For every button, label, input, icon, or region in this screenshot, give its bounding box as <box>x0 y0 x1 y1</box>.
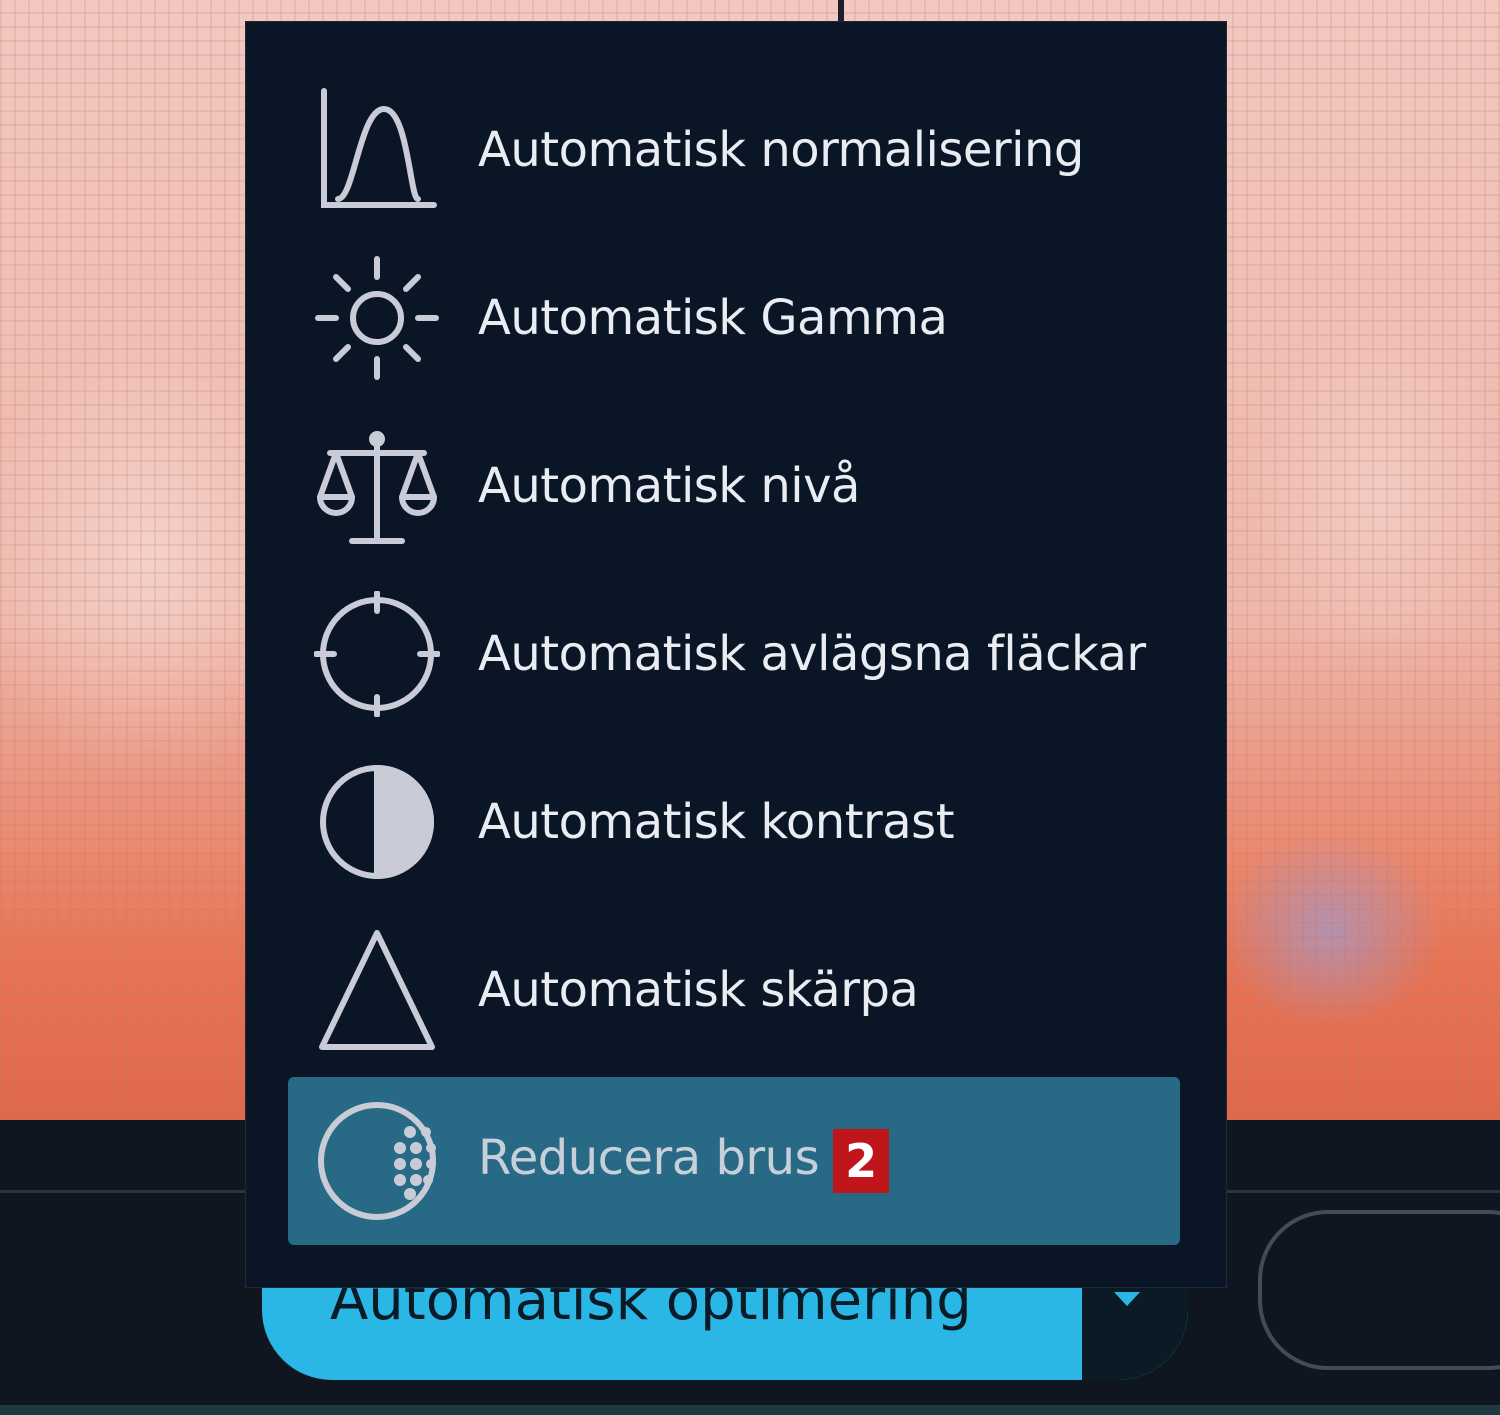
menu-item-label: Automatisk avlägsna fläckar <box>478 626 1146 682</box>
balance-scale-icon <box>314 423 440 549</box>
menu-item-auto-sharpen[interactable]: Automatisk skärpa <box>288 906 1180 1074</box>
auto-optimize-menu: Automatisk normalisering Automatisk Gamm… <box>246 22 1226 1287</box>
secondary-button[interactable] <box>1258 1210 1500 1370</box>
menu-item-auto-normalize[interactable]: Automatisk normalisering <box>288 66 1180 234</box>
menu-item-label: Automatisk normalisering <box>478 122 1084 178</box>
menu-item-label: Automatisk nivå <box>478 458 860 514</box>
half-circle-contrast-icon <box>314 759 440 885</box>
noise-dots-circle-icon <box>314 1098 440 1224</box>
histogram-curve-icon <box>314 87 440 213</box>
menu-item-label: Reducera brus 2 <box>478 1129 889 1193</box>
menu-item-label: Automatisk skärpa <box>478 962 919 1018</box>
chevron-down-icon <box>1114 1292 1140 1306</box>
menu-item-label: Automatisk Gamma <box>478 290 948 346</box>
sun-icon <box>314 255 440 381</box>
menu-item-label: Automatisk kontrast <box>478 794 955 850</box>
menu-item-auto-gamma[interactable]: Automatisk Gamma <box>288 234 1180 402</box>
triangle-icon <box>314 927 440 1053</box>
menu-item-auto-contrast[interactable]: Automatisk kontrast <box>288 738 1180 906</box>
count-badge: 2 <box>833 1129 889 1193</box>
menu-item-auto-remove-spots[interactable]: Automatisk avlägsna fläckar <box>288 570 1180 738</box>
crosshair-icon <box>314 591 440 717</box>
menu-item-auto-level[interactable]: Automatisk nivå <box>288 402 1180 570</box>
toolbar-bottom-edge <box>0 1405 1500 1415</box>
menu-item-label-text: Reducera brus <box>478 1130 820 1186</box>
menu-item-reduce-noise[interactable]: Reducera brus 2 <box>288 1077 1180 1245</box>
